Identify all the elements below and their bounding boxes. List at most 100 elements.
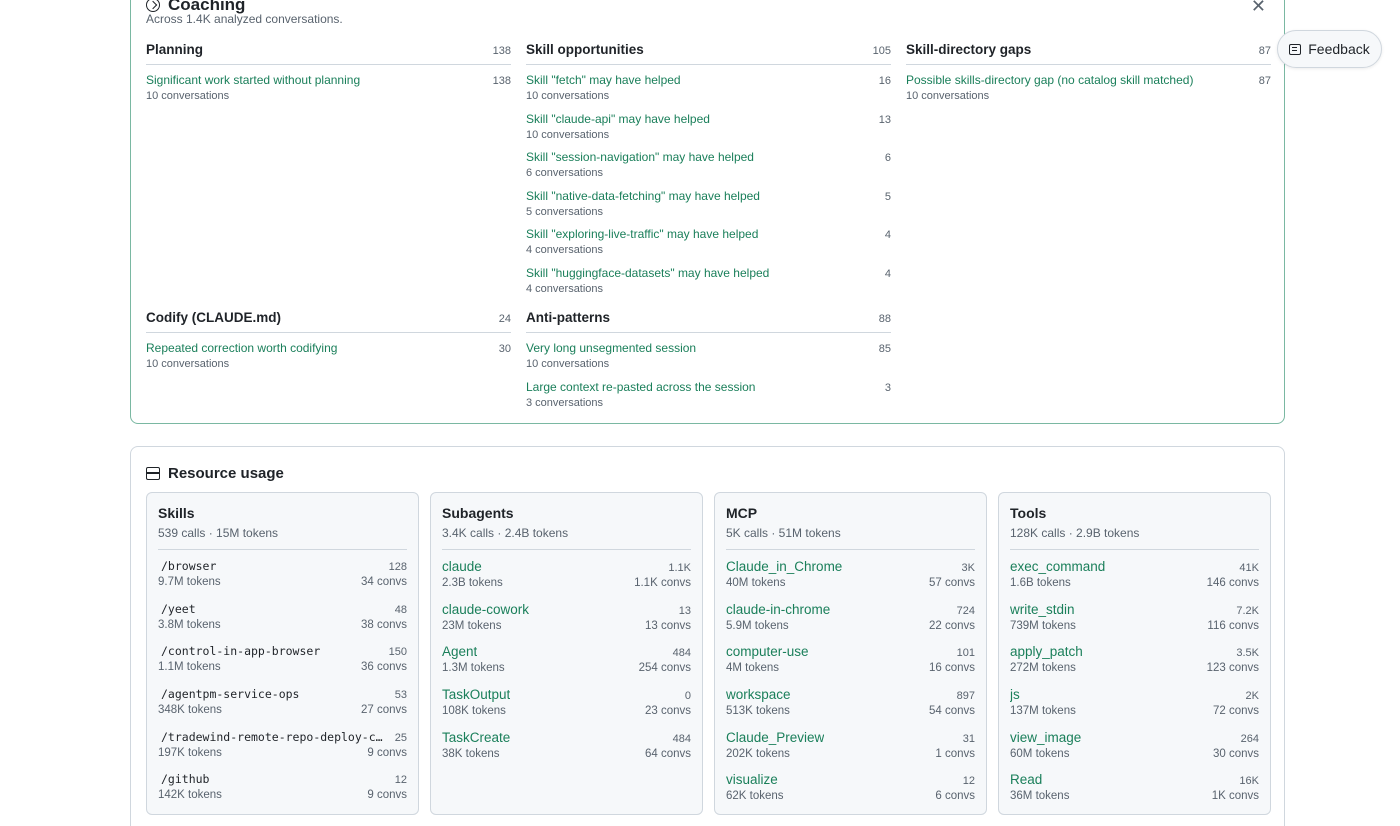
list-item[interactable]: /agentpm-service-ops 53 348K tokens 27 con… bbox=[158, 678, 407, 721]
item-name[interactable]: /agentpm-service-ops bbox=[158, 687, 299, 701]
list-item[interactable]: computer-use 101 4M tokens 16 convs bbox=[726, 635, 975, 678]
coaching-item[interactable]: Large context re-pasted across the sessi… bbox=[526, 372, 891, 411]
item-name[interactable]: exec_command bbox=[1010, 559, 1105, 574]
panel-skills: Skills 539 calls · 15M tokens /browser 12… bbox=[146, 492, 419, 815]
item-name[interactable]: /github bbox=[158, 772, 209, 786]
list-item[interactable]: apply_patch 3.5K 272M tokens 123 convs bbox=[1010, 635, 1259, 678]
list-item[interactable]: visualize 12 62K tokens 6 convs bbox=[726, 763, 975, 806]
coaching-item[interactable]: Skill "huggingface-datasets" may have he… bbox=[526, 258, 891, 297]
coaching-item[interactable]: Very long unsegmented session 85 10 conv… bbox=[526, 333, 891, 372]
coaching-item-link[interactable]: Skill "session-navigation" may have help… bbox=[526, 150, 754, 164]
list-item[interactable]: claude-cowork 13 23M tokens 13 convs bbox=[442, 593, 691, 636]
list-item[interactable]: /yeet 48 3.8M tokens 38 convs bbox=[158, 593, 407, 636]
coaching-item[interactable]: Skill "exploring-live-traffic" may have … bbox=[526, 219, 891, 258]
item-name[interactable]: computer-use bbox=[726, 644, 809, 659]
coaching-item[interactable]: Skill "claude-api" may have helped 13 10… bbox=[526, 104, 891, 143]
close-icon[interactable]: ✕ bbox=[1251, 0, 1266, 15]
item-name[interactable]: TaskCreate bbox=[442, 730, 510, 745]
list-item[interactable]: Claude_in_Chrome 3K 40M tokens 57 convs bbox=[726, 550, 975, 593]
coaching-item-count: 30 bbox=[498, 343, 511, 355]
item-calls: 484 bbox=[672, 732, 691, 745]
list-item[interactable]: /browser 128 9.7M tokens 34 convs bbox=[158, 550, 407, 593]
item-name[interactable]: claude bbox=[442, 559, 482, 574]
coaching-item-count: 5 bbox=[884, 190, 891, 203]
item-name[interactable]: /tradewind-remote-repo-deploy-c… bbox=[158, 730, 383, 744]
item-name[interactable]: /browser bbox=[158, 559, 216, 573]
item-name[interactable]: claude-cowork bbox=[442, 602, 529, 617]
coaching-item-count: 85 bbox=[878, 343, 891, 355]
item-convs: 6 convs bbox=[935, 790, 975, 803]
item-name[interactable]: view_image bbox=[1010, 730, 1081, 745]
list-item[interactable]: Read 16K 36M tokens 1K convs bbox=[1010, 763, 1259, 806]
item-convs: 9 convs bbox=[367, 746, 407, 759]
item-name[interactable]: visualize bbox=[726, 772, 778, 787]
item-calls: 897 bbox=[956, 690, 975, 703]
list-item[interactable]: workspace 897 513K tokens 54 convs bbox=[726, 678, 975, 721]
panel-title: MCP bbox=[726, 505, 758, 521]
list-item[interactable]: TaskOutput 0 108K tokens 23 convs bbox=[442, 678, 691, 721]
item-convs: 23 convs bbox=[644, 705, 691, 718]
coaching-item[interactable]: Possible skills-directory gap (no catalo… bbox=[906, 65, 1271, 104]
list-item[interactable]: TaskCreate 484 38K tokens 64 convs bbox=[442, 721, 691, 764]
item-convs: 54 convs bbox=[928, 705, 975, 718]
coaching-item-link[interactable]: Skill "fetch" may have helped bbox=[526, 73, 681, 87]
coaching-item-sub: 10 conversations bbox=[526, 128, 610, 141]
list-item[interactable]: /tradewind-remote-repo-deploy-c… 25 197K … bbox=[158, 721, 407, 764]
item-tokens: 1.3M tokens bbox=[442, 662, 505, 675]
coaching-item-link[interactable]: Skill "claude-api" may have helped bbox=[526, 112, 710, 126]
item-name[interactable]: /control-in-app-browser bbox=[158, 644, 320, 658]
list-item[interactable]: /github 12 142K tokens 9 convs bbox=[158, 763, 407, 806]
item-name[interactable]: Agent bbox=[442, 644, 477, 659]
item-name[interactable]: apply_patch bbox=[1010, 644, 1083, 659]
coaching-item-link[interactable]: Skill "huggingface-datasets" may have he… bbox=[526, 266, 769, 280]
item-calls: 484 bbox=[672, 647, 691, 660]
item-name[interactable]: write_stdin bbox=[1010, 602, 1075, 617]
coaching-item-link[interactable]: Significant work started without plannin… bbox=[146, 73, 360, 87]
item-name[interactable]: Claude_in_Chrome bbox=[726, 559, 842, 574]
list-item[interactable]: /control-in-app-browser 150 1.1M tokens 36… bbox=[158, 635, 407, 678]
item-name[interactable]: /yeet bbox=[158, 602, 196, 616]
item-convs: 116 convs bbox=[1207, 619, 1259, 632]
item-tokens: 23M tokens bbox=[442, 619, 502, 632]
coaching-item-link[interactable]: Possible skills-directory gap (no catalo… bbox=[906, 73, 1193, 87]
coaching-item-link[interactable]: Repeated correction worth codifying bbox=[146, 341, 337, 355]
coaching-item[interactable]: Skill "fetch" may have helped 16 10 conv… bbox=[526, 65, 891, 104]
item-tokens: 60M tokens bbox=[1010, 747, 1070, 760]
coaching-item[interactable]: Skill "native-data-fetching" may have he… bbox=[526, 181, 891, 220]
item-name[interactable]: js bbox=[1010, 687, 1020, 702]
list-item[interactable]: js 2K 137M tokens 72 convs bbox=[1010, 678, 1259, 721]
item-calls: 7.2K bbox=[1236, 604, 1259, 617]
list-item[interactable]: claude-in-chrome 724 5.9M tokens 22 convs bbox=[726, 593, 975, 636]
list-item[interactable]: view_image 264 60M tokens 30 convs bbox=[1010, 721, 1259, 764]
resource-usage-card: Resource usage Skills 539 calls · 15M to… bbox=[130, 446, 1285, 826]
list-item[interactable]: Claude_Preview 31 202K tokens 1 convs bbox=[726, 721, 975, 764]
item-tokens: 2.3B tokens bbox=[442, 577, 503, 589]
item-tokens: 38K tokens bbox=[442, 747, 500, 760]
item-name[interactable]: workspace bbox=[726, 687, 791, 702]
item-convs: 9 convs bbox=[367, 789, 407, 802]
coaching-item[interactable]: Skill "session-navigation" may have help… bbox=[526, 142, 891, 181]
item-name[interactable]: claude-in-chrome bbox=[726, 602, 830, 617]
coaching-item-link[interactable]: Skill "exploring-live-traffic" may have … bbox=[526, 227, 758, 241]
panel-title: Subagents bbox=[442, 505, 514, 521]
item-name[interactable]: Read bbox=[1010, 772, 1042, 787]
item-tokens: 348K tokens bbox=[158, 704, 222, 717]
item-convs: 123 convs bbox=[1206, 662, 1259, 675]
item-tokens: 137M tokens bbox=[1010, 705, 1076, 718]
coaching-item-sub: 4 conversations bbox=[526, 282, 604, 295]
feedback-button[interactable]: Feedback bbox=[1277, 30, 1382, 68]
coaching-item[interactable]: Significant work started without plannin… bbox=[146, 65, 511, 104]
list-item[interactable]: exec_command 41K 1.6B tokens 146 convs bbox=[1010, 550, 1259, 593]
list-item[interactable]: claude 1.1K 2.3B tokens 1.1K convs bbox=[442, 550, 691, 593]
coaching-item-link[interactable]: Skill "native-data-fetching" may have he… bbox=[526, 189, 760, 203]
coaching-item[interactable]: Repeated correction worth codifying 30 1… bbox=[146, 333, 511, 372]
list-item[interactable]: Agent 484 1.3M tokens 254 convs bbox=[442, 635, 691, 678]
coaching-card: Coaching Across 1.4K analyzed conversati… bbox=[130, 0, 1285, 424]
item-tokens: 9.7M tokens bbox=[158, 576, 221, 588]
item-convs: 36 convs bbox=[360, 661, 407, 674]
item-name[interactable]: TaskOutput bbox=[442, 687, 510, 702]
coaching-item-link[interactable]: Very long unsegmented session bbox=[526, 341, 696, 355]
item-name[interactable]: Claude_Preview bbox=[726, 730, 824, 745]
list-item[interactable]: write_stdin 7.2K 739M tokens 116 convs bbox=[1010, 593, 1259, 636]
coaching-item-link[interactable]: Large context re-pasted across the sessi… bbox=[526, 380, 755, 394]
